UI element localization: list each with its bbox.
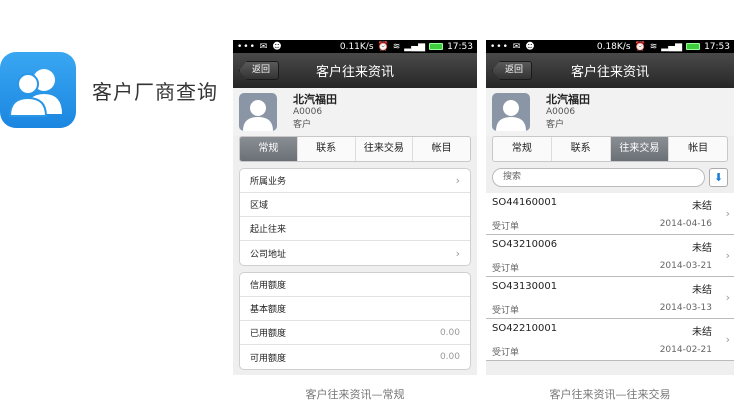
customer-code: A0006 — [546, 106, 576, 117]
customer-code: A0006 — [293, 106, 323, 117]
caption-general: 客户往来资讯—常规 — [305, 388, 405, 401]
network-speed: 0.18K/s — [596, 41, 631, 52]
page: 客户厂商查询 ••• ✉ ☻ 0.11K/s ⏰ ≋ ▂▄▆ 17:53 返回 … — [0, 0, 736, 417]
row-region: 区域 — [240, 193, 470, 217]
tab-contact[interactable]: 联系 — [298, 137, 356, 161]
feature-header: 客户厂商查询 — [0, 52, 218, 128]
users-icon — [0, 52, 76, 128]
chevron-right-icon: › — [455, 174, 460, 187]
download-icon[interactable]: ⬇ — [709, 168, 728, 187]
phone-screen-general: ••• ✉ ☻ 0.11K/s ⏰ ≋ ▂▄▆ 17:53 返回 客户往来资讯 … — [233, 40, 477, 375]
row-credit-limit: 信用额度 — [240, 273, 470, 297]
tab-bar: 常规 联系 往来交易 帐目 — [492, 136, 728, 162]
avatar — [239, 93, 277, 131]
order-status: 未结 — [692, 243, 712, 254]
chevron-right-icon: › — [725, 249, 730, 262]
customer-header: 北汽福田 A0006 客户 — [233, 88, 477, 136]
signal-icon: ▂▄▆ — [661, 41, 683, 52]
status-bar: ••• ✉ ☻ 0.11K/s ⏰ ≋ ▂▄▆ 17:53 — [233, 40, 477, 53]
chevron-right-icon: › — [725, 207, 730, 220]
title-bar: 返回 客户往来资讯 — [233, 53, 477, 88]
order-date: 2014-03-13 — [659, 303, 712, 313]
order-id: SO43130001 — [492, 281, 558, 292]
order-date: 2014-02-21 — [659, 345, 712, 355]
row-base-limit: 基本额度 — [240, 297, 470, 321]
phone-screen-transactions: ••• ✉ ☻ 0.18K/s ⏰ ≋ ▂▄▆ 17:53 返回 客户往来资讯 … — [486, 40, 734, 375]
tab-accounts[interactable]: 帐目 — [413, 137, 470, 161]
wifi-icon: ≋ — [392, 41, 401, 52]
search-input[interactable]: 搜索 — [492, 168, 705, 187]
tab-accounts[interactable]: 帐目 — [669, 137, 727, 161]
row-available-limit: 可用额度 0.00 — [250, 352, 460, 364]
info-group: 所属业务 › 区域 起止往来 公司地址 › — [239, 168, 471, 266]
list-item[interactable]: SO43210006 未结 受订单 2014-03-21 › — [486, 235, 734, 277]
chevron-right-icon: › — [725, 333, 730, 346]
tab-transactions[interactable]: 往来交易 — [610, 137, 670, 161]
order-type: 受订单 — [492, 264, 520, 274]
avatar — [492, 93, 530, 131]
feature-title: 客户厂商查询 — [92, 79, 218, 104]
customer-name: 北汽福田 — [293, 92, 337, 106]
network-speed: 0.11K/s — [339, 41, 374, 52]
search-bar: 搜索 ⬇ — [486, 162, 734, 193]
alarm-icon: ⏰ — [377, 41, 389, 52]
back-button[interactable]: 返回 — [492, 61, 533, 80]
caption-transactions: 客户往来资讯—往来交易 — [549, 388, 671, 401]
list-item[interactable]: SO44160001 未结 受订单 2014-04-16 › — [486, 193, 734, 235]
chevron-right-icon: › — [725, 291, 730, 304]
tab-general[interactable]: 常规 — [240, 137, 298, 161]
row-period: 起止往来 — [240, 217, 470, 241]
order-list: SO44160001 未结 受订单 2014-04-16 › SO43210006 未… — [486, 193, 734, 361]
order-type: 受订单 — [492, 306, 520, 316]
notification-icons: ••• ✉ ☻ — [490, 41, 536, 52]
wifi-icon: ≋ — [649, 41, 658, 52]
clock: 17:53 — [704, 41, 730, 52]
battery-icon — [686, 43, 701, 50]
signal-icon: ▂▄▆ — [404, 41, 426, 52]
credit-group: 信用额度 基本额度 已用额度 0.00 可用额度 0.00 — [239, 272, 471, 370]
back-button[interactable]: 返回 — [239, 61, 280, 80]
row-business[interactable]: 所属业务 › — [240, 169, 470, 193]
row-used-limit: 已用额度 0.00 — [240, 321, 470, 345]
customer-header: 北汽福田 A0006 客户 — [486, 88, 734, 136]
order-status: 未结 — [692, 327, 712, 338]
customer-type: 客户 — [546, 119, 565, 130]
tab-contact[interactable]: 联系 — [552, 137, 611, 161]
row-address[interactable]: 公司地址 › — [240, 241, 470, 265]
customer-name: 北汽福田 — [546, 92, 590, 106]
tab-transactions[interactable]: 往来交易 — [356, 137, 414, 161]
customer-type: 客户 — [293, 119, 312, 130]
tab-general[interactable]: 常规 — [493, 137, 552, 161]
notification-icons: ••• ✉ ☻ — [237, 41, 283, 52]
order-date: 2014-03-21 — [659, 261, 712, 271]
chevron-right-icon: › — [455, 246, 460, 260]
battery-icon — [429, 43, 444, 50]
status-bar: ••• ✉ ☻ 0.18K/s ⏰ ≋ ▂▄▆ 17:53 — [486, 40, 734, 53]
title-bar: 返回 客户往来资讯 — [486, 53, 734, 88]
order-id: SO44160001 — [492, 197, 558, 208]
order-status: 未结 — [692, 201, 712, 212]
tab-bar: 常规 联系 往来交易 帐目 — [239, 136, 471, 162]
order-id: SO42210001 — [492, 323, 558, 334]
order-date: 2014-04-16 — [659, 219, 712, 229]
alarm-icon: ⏰ — [634, 41, 646, 52]
clock: 17:53 — [447, 41, 473, 52]
list-item[interactable]: SO43130001 未结 受订单 2014-03-13 › — [486, 277, 734, 319]
order-type: 受订单 — [492, 222, 520, 232]
order-type: 受订单 — [492, 348, 520, 358]
list-item[interactable]: SO42210001 未结 受订单 2014-02-21 › — [486, 319, 734, 361]
order-status: 未结 — [692, 285, 712, 296]
order-id: SO43210006 — [492, 239, 558, 250]
